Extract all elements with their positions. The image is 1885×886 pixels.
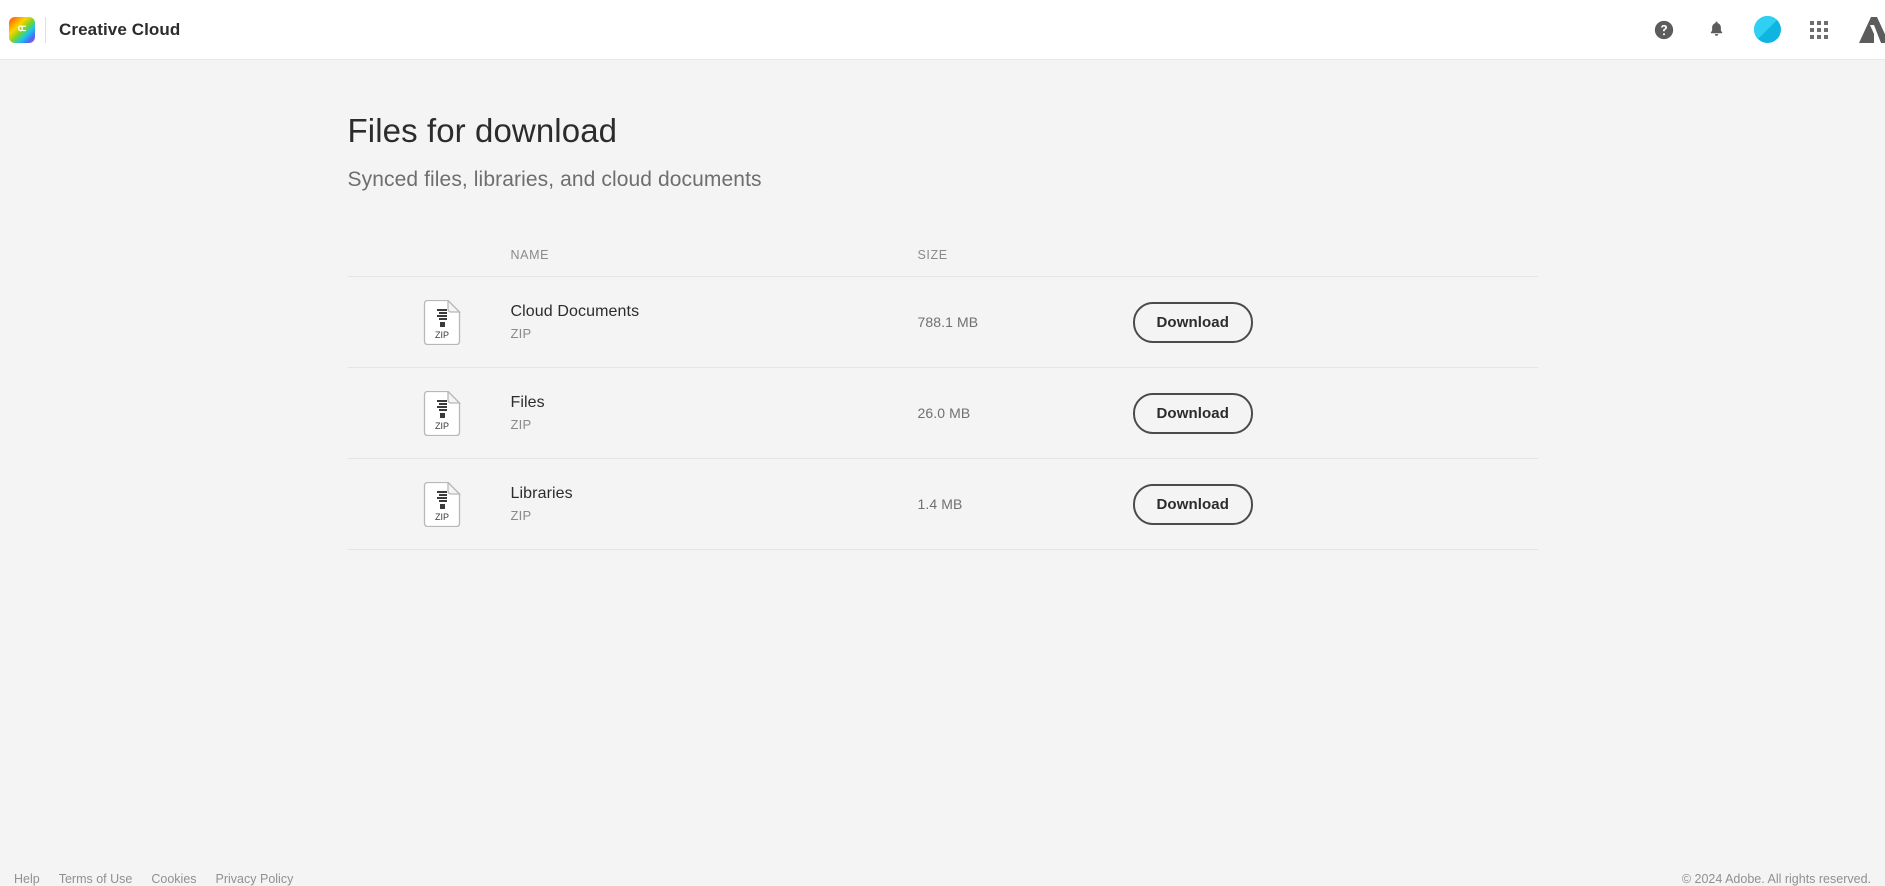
footer-link-help[interactable]: Help: [14, 872, 40, 886]
svg-text:ZIP: ZIP: [434, 421, 448, 431]
adobe-logo[interactable]: [1857, 15, 1885, 45]
footer-link-terms[interactable]: Terms of Use: [59, 872, 133, 886]
page-footer: Help Terms of Use Cookies Privacy Policy…: [0, 872, 1885, 886]
file-size: 788.1 MB: [917, 314, 979, 330]
table-header-row: NAME SIZE: [347, 234, 1538, 277]
file-size: 26.0 MB: [917, 405, 971, 421]
file-name: Cloud Documents: [510, 303, 640, 320]
footer-link-cookies[interactable]: Cookies: [151, 872, 196, 886]
footer-link-privacy[interactable]: Privacy Policy: [216, 872, 294, 886]
file-name: Libraries: [510, 485, 573, 502]
download-button[interactable]: Download: [1132, 483, 1253, 525]
footer-links: Help Terms of Use Cookies Privacy Policy: [14, 872, 293, 886]
table-row: ZIP Files ZIP 26.0 MB Download: [347, 368, 1538, 459]
bell-icon[interactable]: [1702, 16, 1730, 44]
app-title: Creative Cloud: [59, 19, 181, 39]
file-action-cell: Download: [1132, 483, 1538, 525]
page-title: Files for download: [347, 112, 618, 149]
file-name-block: Cloud Documents ZIP: [511, 303, 640, 341]
footer-copyright: © 2024 Adobe. All rights reserved.: [1681, 872, 1871, 886]
column-header-size: SIZE: [917, 248, 948, 262]
creative-cloud-logo[interactable]: [9, 16, 35, 43]
app-header: Creative Cloud: [0, 0, 1885, 60]
files-table: NAME SIZE ZIP Cloud Documents ZIP 788.1 …: [347, 234, 1538, 550]
app-grid-icon[interactable]: [1805, 16, 1833, 44]
header-divider: [45, 16, 46, 43]
help-circle-icon[interactable]: [1650, 16, 1678, 44]
file-type: ZIP: [510, 326, 532, 341]
page-subtitle: Synced files, libraries, and cloud docum…: [347, 168, 762, 191]
table-row: ZIP Cloud Documents ZIP 788.1 MB Downloa…: [347, 277, 1538, 368]
file-action-cell: Download: [1132, 301, 1538, 343]
download-button[interactable]: Download: [1132, 392, 1253, 434]
file-type: ZIP: [510, 417, 532, 432]
content-container: Files for download Synced files, librari…: [347, 60, 1538, 550]
file-type: ZIP: [510, 508, 532, 523]
page-body: Files for download Synced files, librari…: [0, 60, 1885, 550]
zip-file-icon: ZIP: [423, 299, 461, 345]
file-size: 1.4 MB: [917, 496, 963, 512]
svg-text:ZIP: ZIP: [434, 512, 448, 522]
table-row: ZIP Libraries ZIP 1.4 MB Download: [347, 459, 1538, 550]
download-button[interactable]: Download: [1132, 301, 1253, 343]
zip-file-icon: ZIP: [423, 481, 461, 527]
column-header-name: NAME: [510, 248, 550, 262]
file-name: Files: [510, 394, 545, 411]
file-name-cell: ZIP Libraries ZIP: [348, 481, 918, 527]
file-name-cell: ZIP Files ZIP: [348, 390, 918, 436]
svg-text:ZIP: ZIP: [434, 330, 448, 340]
file-name-block: Files ZIP: [511, 394, 545, 432]
user-avatar[interactable]: [1754, 16, 1781, 43]
file-name-cell: ZIP Cloud Documents ZIP: [348, 299, 918, 345]
zip-file-icon: ZIP: [423, 390, 461, 436]
file-action-cell: Download: [1132, 392, 1538, 434]
header-actions: [1650, 15, 1885, 45]
file-name-block: Libraries ZIP: [511, 485, 573, 523]
